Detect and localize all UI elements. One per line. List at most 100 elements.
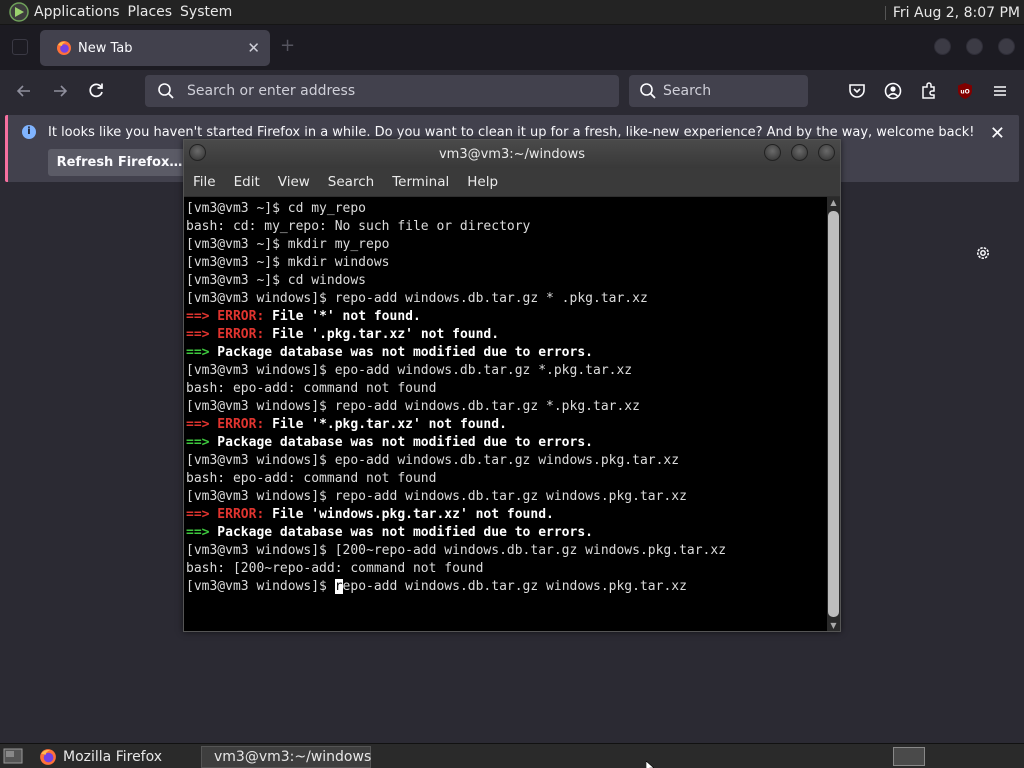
terminal-text: ==> ERROR:	[186, 309, 265, 324]
terminal-line: ==> ERROR: File '*' not found.	[186, 308, 827, 326]
menu-icon[interactable]	[988, 79, 1012, 103]
terminal-text: ==> ERROR:	[186, 507, 265, 522]
terminal-text: Package database was not modified due to…	[209, 435, 593, 450]
menu-help[interactable]: Help	[458, 174, 507, 190]
terminal-text: [vm3@vm3 windows]$ epo-add windows.db.ta…	[186, 363, 633, 378]
minimize-button[interactable]	[934, 38, 951, 55]
taskbar-firefox-label: Mozilla Firefox	[63, 749, 163, 765]
search-icon	[158, 83, 174, 99]
taskbar-firefox[interactable]: Mozilla Firefox	[33, 746, 198, 768]
menu-search[interactable]: Search	[319, 174, 383, 190]
terminal-text: Package database was not modified due to…	[209, 345, 593, 360]
extensions-icon[interactable]	[917, 79, 941, 103]
menu-file[interactable]: File	[184, 174, 225, 190]
ublock-origin-icon[interactable]: uO	[953, 79, 977, 103]
scroll-up-icon[interactable]: ▲	[827, 198, 840, 207]
terminal-text: [vm3@vm3 ~]$ cd windows	[186, 273, 367, 288]
terminal-text: ==>	[186, 345, 210, 360]
terminal-text: [vm3@vm3 windows]$ repo-add windows.db.t…	[186, 489, 687, 504]
close-window-button[interactable]	[998, 38, 1015, 55]
terminal-line: [vm3@vm3 windows]$ epo-add windows.db.ta…	[186, 452, 827, 470]
scroll-down-icon[interactable]: ▼	[827, 621, 840, 630]
terminal-line: ==> ERROR: File 'windows.pkg.tar.xz' not…	[186, 506, 827, 524]
tab-bar: New Tab ✕ +	[0, 25, 1024, 70]
terminal-text: File '*' not found.	[264, 309, 421, 324]
tab-overview-icon[interactable]	[12, 39, 28, 55]
back-icon[interactable]	[12, 79, 36, 103]
navigation-bar: Search or enter address Search uO	[0, 70, 1024, 113]
terminal-line: ==> ERROR: File '.pkg.tar.xz' not found.	[186, 326, 827, 344]
terminal-line: [vm3@vm3 windows]$ repo-add windows.db.t…	[186, 578, 827, 596]
panel-separator	[884, 5, 886, 20]
terminal-text: File '*.pkg.tar.xz' not found.	[264, 417, 507, 432]
taskbar-terminal-label: vm3@vm3:~/windows	[214, 749, 372, 765]
terminal-line: ==> Package database was not modified du…	[186, 524, 827, 542]
terminal-text: [vm3@vm3 windows]$ repo-add windows.db.t…	[186, 291, 648, 306]
terminal-line: [vm3@vm3 ~]$ cd my_repo	[186, 200, 827, 218]
terminal-text: [vm3@vm3 windows]$	[186, 579, 335, 594]
url-placeholder: Search or enter address	[187, 83, 356, 99]
new-tab-icon[interactable]: +	[280, 35, 295, 56]
tab-title: New Tab	[78, 40, 133, 56]
terminal-maximize-button[interactable]	[791, 144, 808, 161]
url-bar[interactable]: Search or enter address	[145, 75, 619, 107]
terminal-window-menu-button[interactable]	[189, 144, 206, 161]
terminal-scrollbar[interactable]: ▲ ▼	[827, 197, 840, 631]
terminal-text: bash: epo-add: command not found	[186, 381, 437, 396]
terminal-text: ==>	[186, 435, 210, 450]
terminal-text: Package database was not modified due to…	[209, 525, 593, 540]
tab-new-tab[interactable]: New Tab ✕	[40, 30, 270, 66]
top-panel: Applications Places System Fri Aug 2, 8:…	[0, 0, 1024, 25]
svg-text:uO: uO	[960, 89, 969, 96]
terminal-line: ==> ERROR: File '*.pkg.tar.xz' not found…	[186, 416, 827, 434]
terminal-line: [vm3@vm3 windows]$ repo-add windows.db.t…	[186, 290, 827, 308]
pocket-icon[interactable]	[845, 79, 869, 103]
account-icon[interactable]	[881, 79, 905, 103]
terminal-text: File '.pkg.tar.xz' not found.	[264, 327, 500, 342]
menu-edit[interactable]: Edit	[225, 174, 269, 190]
show-desktop-icon[interactable]	[3, 747, 25, 765]
terminal-text: bash: epo-add: command not found	[186, 471, 437, 486]
terminal-titlebar[interactable]: vm3@vm3:~/windows	[184, 140, 840, 168]
terminal-text: [vm3@vm3 ~]$ mkdir windows	[186, 255, 390, 270]
terminal-text: [vm3@vm3 windows]$ [200~repo-add windows…	[186, 543, 727, 558]
terminal-text: ==> ERROR:	[186, 417, 265, 432]
terminal-text: ==>	[186, 525, 210, 540]
forward-icon[interactable]	[48, 79, 72, 103]
workspace-switcher[interactable]	[893, 747, 925, 766]
menu-terminal[interactable]: Terminal	[383, 174, 458, 190]
info-icon: i	[22, 125, 36, 139]
taskbar-terminal[interactable]: vm3@vm3:~/windows	[201, 746, 371, 768]
terminal-minimize-button[interactable]	[764, 144, 781, 161]
firefox-icon	[57, 41, 71, 55]
search-bar[interactable]: Search	[629, 75, 808, 107]
terminal-line: bash: cd: my_repo: No such file or direc…	[186, 218, 827, 236]
menu-view[interactable]: View	[269, 174, 319, 190]
reload-icon[interactable]	[84, 79, 108, 103]
terminal-cursor: r	[334, 579, 343, 594]
terminal-text: epo-add windows.db.tar.gz windows.pkg.ta…	[342, 579, 687, 594]
applications-menu[interactable]: Applications	[34, 4, 128, 20]
gear-icon[interactable]	[974, 244, 992, 262]
places-menu[interactable]: Places	[128, 4, 181, 20]
clock-text: Fri Aug 2, 8:07 PM	[892, 4, 1020, 21]
search-placeholder: Search	[663, 83, 712, 99]
taskbar: Mozilla Firefox vm3@vm3:~/windows	[0, 743, 1024, 768]
refresh-firefox-button[interactable]: Refresh Firefox…	[48, 149, 191, 176]
terminal-title: vm3@vm3:~/windows	[438, 146, 585, 162]
terminal-text: bash: cd: my_repo: No such file or direc…	[186, 219, 531, 234]
applications-logo-icon[interactable]	[8, 1, 30, 23]
system-menu[interactable]: System	[180, 4, 240, 20]
terminal-menubar: File Edit View Search Terminal Help	[184, 168, 840, 196]
terminal-line: bash: epo-add: command not found	[186, 380, 827, 398]
close-notification-icon[interactable]: ✕	[990, 123, 1005, 144]
clock[interactable]: Fri Aug 2, 8:07 PM	[884, 0, 1024, 25]
terminal-close-button[interactable]	[818, 144, 835, 161]
terminal-text: [vm3@vm3 windows]$ epo-add windows.db.ta…	[186, 453, 680, 468]
close-tab-icon[interactable]: ✕	[247, 39, 260, 57]
terminal-line: bash: epo-add: command not found	[186, 470, 827, 488]
scrollbar-thumb[interactable]	[828, 211, 839, 617]
maximize-button[interactable]	[966, 38, 983, 55]
terminal-output[interactable]: [vm3@vm3 ~]$ cd my_repo bash: cd: my_repo…	[184, 197, 827, 631]
terminal-line: ==> Package database was not modified du…	[186, 434, 827, 452]
